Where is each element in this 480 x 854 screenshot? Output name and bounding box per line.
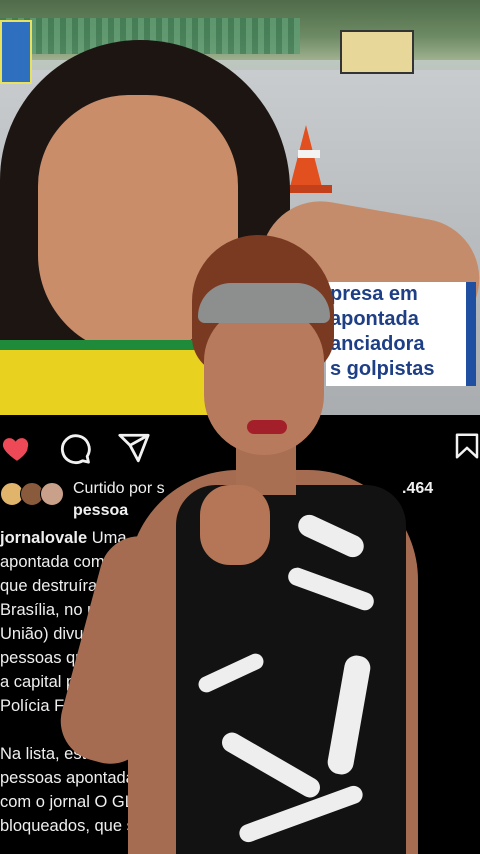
presenter-overlay — [51, 235, 480, 854]
dress-pattern — [218, 728, 324, 802]
liker-avatars — [0, 482, 66, 506]
background-banner — [340, 30, 414, 74]
dress-pattern — [195, 650, 267, 696]
post-username[interactable]: jornalovale — [0, 529, 87, 547]
presenter-hair-streak — [198, 283, 330, 323]
avatar — [40, 482, 64, 506]
dress-pattern — [294, 511, 368, 561]
screen: presa em apontada anciadora s golpistas — [0, 0, 480, 854]
heart-icon[interactable] — [0, 431, 34, 465]
traffic-cone-stripe — [298, 150, 320, 158]
presenter-hand — [200, 485, 270, 565]
dress-pattern — [285, 565, 377, 613]
presenter-lips — [247, 420, 287, 434]
dress-pattern — [325, 653, 373, 777]
